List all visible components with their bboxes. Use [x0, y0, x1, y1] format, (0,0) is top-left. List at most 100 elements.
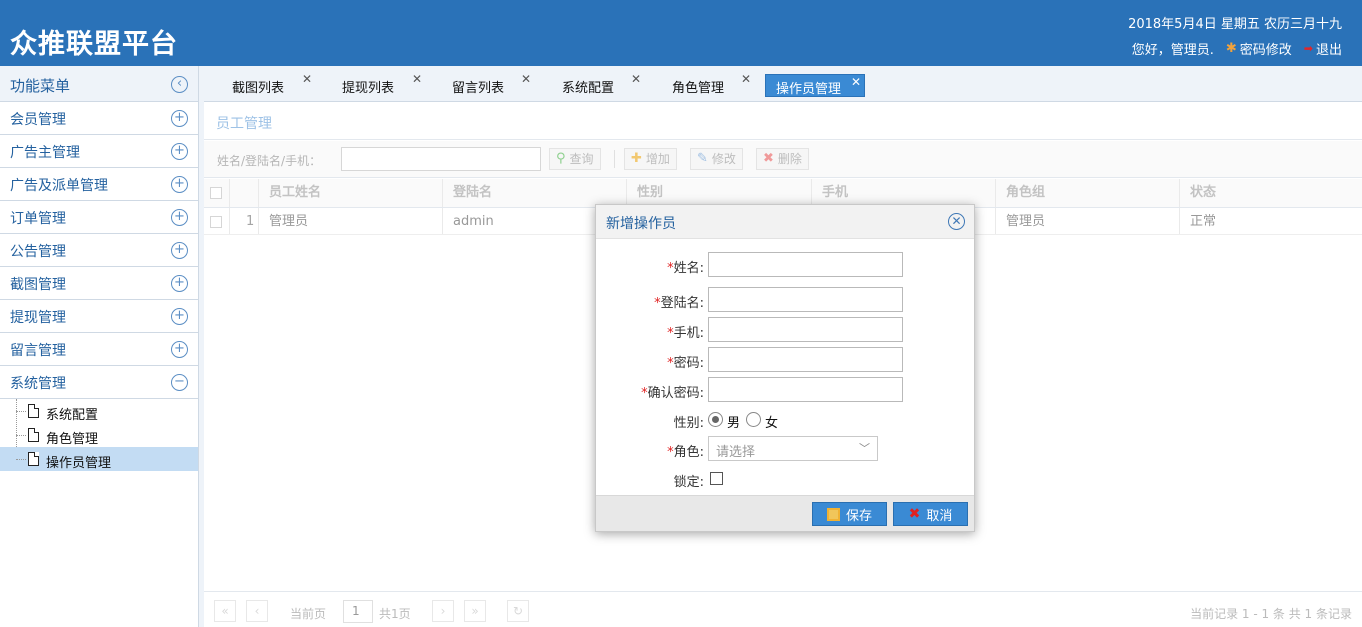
change-password-link[interactable]: ✱ 密码修改: [1226, 39, 1292, 58]
column-header[interactable]: 登陆名: [443, 179, 627, 207]
confirm-password-label: 确认密码:: [647, 386, 704, 401]
phone-row: *手机:: [596, 317, 976, 343]
panel-title: 员工管理: [216, 116, 272, 132]
close-icon[interactable]: ✕: [521, 72, 531, 86]
close-icon[interactable]: ✕: [412, 72, 422, 86]
close-icon[interactable]: ✕: [948, 213, 965, 230]
column-header[interactable]: 手机: [812, 179, 996, 207]
edit-button[interactable]: ✎ 修改: [690, 148, 743, 170]
tab-bar: 截图列表 ✕ 提现列表 ✕ 留言列表 ✕ 系统配置 ✕ 角色管理 ✕ 操作员管理…: [204, 66, 1362, 102]
plus-circle-icon: +: [171, 110, 188, 127]
lock-checkbox[interactable]: [710, 472, 723, 485]
sidebar-item-orders[interactable]: 订单管理 +: [0, 201, 198, 234]
column-header[interactable]: 性别: [627, 179, 812, 207]
search-icon: ⚲: [556, 151, 566, 166]
plus-circle-icon: +: [171, 275, 188, 292]
sidebar-item-label: 广告主管理: [10, 145, 80, 161]
first-page-icon[interactable]: «: [214, 600, 236, 622]
login-name-field[interactable]: [708, 287, 903, 312]
refresh-icon[interactable]: ↻: [507, 600, 529, 622]
cancel-button[interactable]: ✖ 取消: [893, 502, 968, 526]
lock-row: 锁定:: [596, 466, 976, 492]
sidebar-item-label: 截图管理: [10, 277, 66, 293]
search-label: 姓名/登陆名/手机：: [217, 154, 322, 168]
tab-withdrawal-list[interactable]: 提现列表 ✕: [342, 72, 432, 97]
query-button-label: 查询: [569, 152, 594, 166]
delete-button[interactable]: ✖ 删除: [756, 148, 809, 170]
close-icon[interactable]: ✕: [631, 72, 641, 86]
gender-female-radio[interactable]: [746, 412, 761, 427]
gender-male-label: 男: [727, 416, 741, 431]
query-button[interactable]: ⚲ 查询: [549, 148, 601, 170]
tab-message-list[interactable]: 留言列表 ✕: [452, 72, 542, 97]
sidebar-title: 功能菜单: [10, 77, 71, 95]
plus-circle-icon: +: [171, 308, 188, 325]
sidebar-item-advertisers[interactable]: 广告主管理 +: [0, 135, 198, 168]
sidebar-item-screenshots[interactable]: 截图管理 +: [0, 267, 198, 300]
page-number-input[interactable]: 1: [343, 600, 373, 623]
close-icon[interactable]: ✕: [741, 72, 751, 86]
collapse-icon[interactable]: ‹: [171, 76, 188, 93]
logout-link[interactable]: ➡ 退出: [1304, 39, 1342, 58]
tab-screenshot-list[interactable]: 截图列表 ✕: [232, 72, 322, 97]
cell-status: 正常: [1190, 214, 1217, 229]
column-header[interactable]: 角色组: [996, 179, 1180, 207]
toolbar: 姓名/登陆名/手机： ⚲ 查询 ✚ 增加 ✎ 修改 ✖ 删除: [204, 141, 1362, 178]
gender-label: 性别:: [673, 416, 704, 431]
sidebar-item-system[interactable]: 系统管理 −: [0, 366, 198, 399]
sidebar-item-members[interactable]: 会员管理 +: [0, 102, 198, 135]
sidebar-item-label: 广告及派单管理: [10, 178, 108, 194]
record-summary: 当前记录 1 - 1 条 共 1 条记录: [1190, 607, 1352, 621]
edit-button-label: 修改: [711, 152, 736, 166]
sidebar-item-label: 公告管理: [10, 244, 66, 260]
delete-icon: ✖: [763, 151, 774, 166]
current-page-label: 当前页: [290, 607, 327, 621]
last-page-icon[interactable]: »: [464, 600, 486, 622]
sidebar-item-messages[interactable]: 留言管理 +: [0, 333, 198, 366]
login-row: *登陆名:: [596, 287, 976, 313]
phone-label: 手机:: [673, 326, 704, 341]
select-all-checkbox[interactable]: [210, 187, 222, 199]
tab-system-config[interactable]: 系统配置 ✕: [562, 72, 652, 97]
confirm-password-field[interactable]: [708, 377, 903, 402]
sidebar-header: 功能菜单 ‹: [0, 66, 198, 102]
plus-icon: ✚: [631, 151, 642, 166]
password-field[interactable]: [708, 347, 903, 372]
plus-circle-icon: +: [171, 209, 188, 226]
gender-female-label: 女: [765, 416, 779, 431]
gear-icon: ✱: [1225, 41, 1237, 56]
sidebar: 功能菜单 ‹ 会员管理 + 广告主管理 + 广告及派单管理 + 订单管理 + 公…: [0, 66, 199, 627]
next-page-icon[interactable]: ›: [432, 600, 454, 622]
delete-button-label: 删除: [777, 152, 802, 166]
sidebar-item-ads-dispatch[interactable]: 广告及派单管理 +: [0, 168, 198, 201]
role-row: *角色: 请选择 ﹀: [596, 436, 976, 462]
subitem-role-management[interactable]: 角色管理: [0, 423, 198, 447]
tab-role-management[interactable]: 角色管理 ✕: [672, 72, 762, 97]
name-row: *姓名:: [596, 252, 976, 278]
sidebar-item-announcements[interactable]: 公告管理 +: [0, 234, 198, 267]
prev-page-icon[interactable]: ‹: [246, 600, 268, 622]
phone-field[interactable]: [708, 317, 903, 342]
name-field[interactable]: [708, 252, 903, 277]
search-input[interactable]: [341, 147, 541, 171]
user-bar: 您好，管理员. ✱ 密码修改 ➡ 退出: [1132, 39, 1342, 58]
close-icon[interactable]: ✕: [302, 72, 312, 86]
save-button[interactable]: 保存: [812, 502, 887, 526]
row-index: 1: [230, 208, 259, 234]
edit-icon: ✎: [697, 151, 708, 166]
add-button[interactable]: ✚ 增加: [624, 148, 677, 170]
sidebar-item-withdrawals[interactable]: 提现管理 +: [0, 300, 198, 333]
role-select[interactable]: 请选择 ﹀: [708, 436, 878, 461]
close-icon[interactable]: ✕: [851, 75, 861, 89]
row-checkbox[interactable]: [210, 216, 222, 228]
chevron-down-icon: ﹀: [859, 442, 870, 455]
gender-male-radio[interactable]: [708, 412, 723, 427]
add-operator-dialog: 新增操作员 ✕ *姓名: *登陆名: *手机: *密码: *确认密码: 性别: …: [595, 204, 975, 532]
document-icon: [28, 452, 39, 466]
cancel-icon: ✖: [908, 506, 921, 522]
subitem-operator-management[interactable]: 操作员管理: [0, 447, 198, 471]
tab-operator-management[interactable]: 操作员管理 ✕: [765, 74, 865, 97]
column-header[interactable]: 状态: [1180, 179, 1362, 207]
subitem-system-config[interactable]: 系统配置: [0, 399, 198, 423]
column-header[interactable]: 员工姓名: [259, 179, 443, 207]
